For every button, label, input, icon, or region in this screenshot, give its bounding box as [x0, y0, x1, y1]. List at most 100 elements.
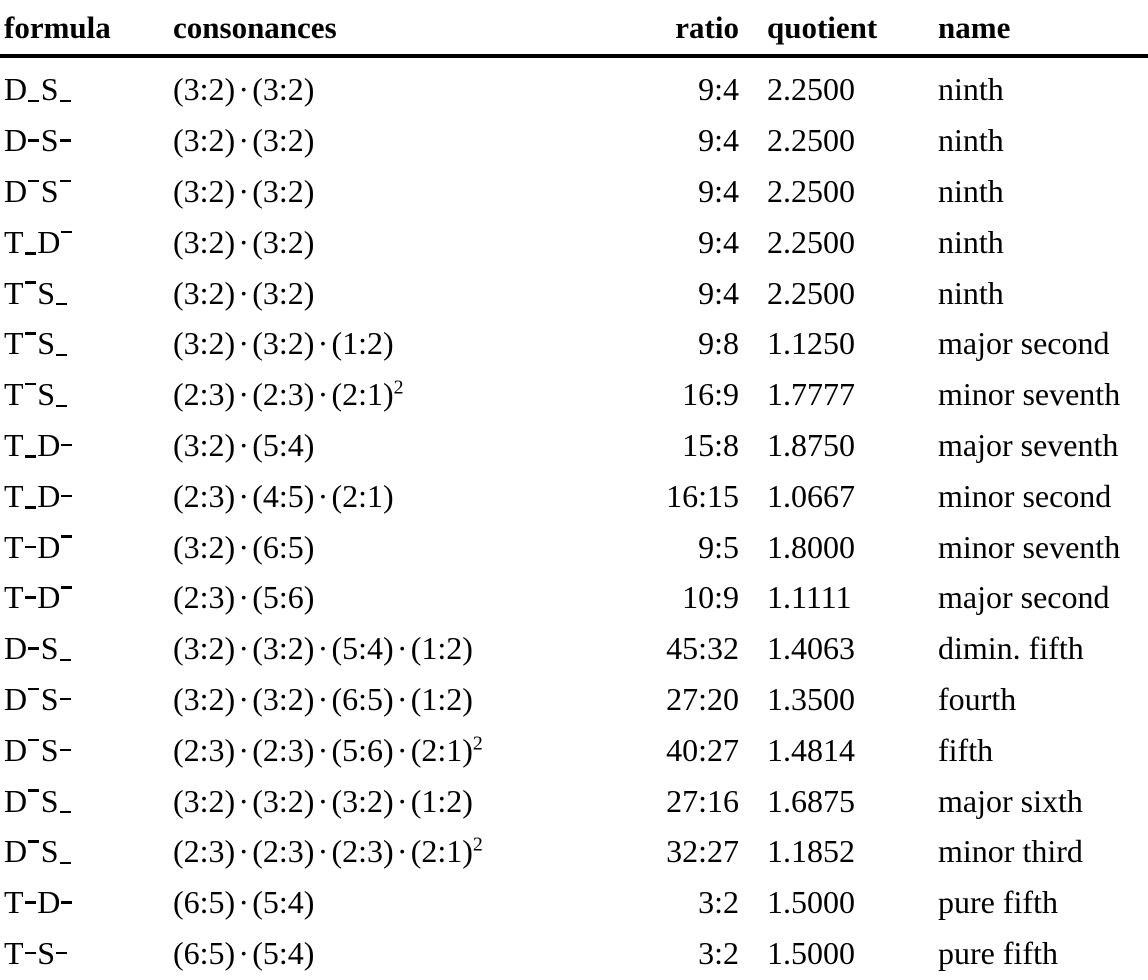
multiplication-dot: · — [238, 71, 250, 108]
formula-letter: D — [4, 731, 28, 768]
cell-consonances: (3:2)·(3:2)·(1:2) — [168, 318, 623, 369]
multiplication-dot: · — [238, 579, 250, 616]
table-row: D S (3:2)·(3:2)·(5:4)·(1:2) 45:32 1.4063 dimi… — [0, 623, 1148, 674]
formula-symbol: DS — [4, 122, 72, 158]
consonance-factor: (2:1) — [410, 833, 473, 870]
cell-name: fifth — [938, 731, 994, 768]
cell-formula: DS — [0, 166, 168, 217]
formula-letter: T — [4, 528, 24, 565]
multiplication-dot: · — [238, 477, 250, 514]
cell-consonances: (3:2)·(3:2)·(3:2)·(1:2) — [168, 775, 623, 826]
cell-consonances: (2:3)·(2:3)·(2:1)2 — [168, 369, 623, 420]
column-header-name: name — [930, 0, 1148, 58]
consonance-factor: (1:2) — [331, 325, 394, 362]
cell-quotient: 1.1250 — [767, 325, 855, 362]
cell-name: major second — [938, 579, 1110, 616]
factor-exponent: 2 — [472, 732, 483, 755]
consonance-factor: (5:4) — [252, 934, 315, 971]
consonance-factor: (2:3) — [331, 833, 394, 870]
consonance-factor: (6:5) — [331, 680, 394, 717]
cell-quotient: 1.7777 — [767, 376, 855, 413]
multiplication-dot: · — [238, 934, 250, 971]
table-row: D S (2:3)·(2:3)·(5:6)·(2:1)2 40:27 1.4814 fif… — [0, 724, 1148, 775]
cell-ratio: 45:32 — [666, 630, 739, 667]
cell-ratio: 9:4 — [698, 274, 739, 311]
cell-quotient: 2.2500 — [767, 274, 855, 311]
multiplication-dot: · — [396, 680, 408, 717]
consonance-factor: (6:5) — [173, 934, 236, 971]
formula-symbol: TS — [4, 325, 69, 361]
table-sheet: formula consonances ratio quotient name … — [0, 0, 1148, 980]
factor-exponent: 2 — [472, 833, 483, 856]
multiplication-dot: · — [238, 884, 250, 921]
cell-formula: DS — [0, 56, 168, 115]
cell-formula: TS — [0, 369, 168, 420]
cell-consonances: (3:2)·(3:2)·(5:4)·(1:2) — [168, 623, 623, 674]
column-header-consonances: consonances — [168, 0, 623, 58]
consonance-factor: (5:4) — [252, 426, 315, 463]
consonance-factor: (3:2) — [173, 528, 236, 565]
cell-consonances: (2:3)·(4:5)·(2:1) — [168, 470, 623, 521]
consonance-factor: (2:3) — [252, 833, 315, 870]
cell-name: pure fifth — [938, 934, 1058, 971]
consonance-factor: (2:3) — [173, 579, 236, 616]
consonance-factor: (6:5) — [252, 528, 315, 565]
consonance-factor: (3:2) — [252, 630, 315, 667]
multiplication-dot: · — [317, 477, 329, 514]
cell-name: minor seventh — [938, 376, 1121, 413]
cell-quotient: 2.2500 — [767, 122, 855, 159]
consonance-factor: (5:6) — [331, 731, 394, 768]
table-row: D S (3:2)·(3:2) 9:4 2.2500 ninth — [0, 115, 1148, 166]
cell-formula: TS — [0, 267, 168, 318]
formula-letter: S — [37, 274, 56, 311]
cell-name: major second — [938, 325, 1110, 362]
consonance-factor: (3:2) — [173, 782, 236, 819]
consonance-factor: (2:1) — [410, 731, 473, 768]
formula-letter: D — [37, 884, 61, 921]
cell-formula: DS — [0, 115, 168, 166]
formula-letter: S — [40, 630, 59, 667]
consonance-factor: (1:2) — [410, 680, 473, 717]
formula-symbol: TD — [4, 579, 74, 615]
formula-letter: D — [37, 426, 61, 463]
formula-letter: T — [4, 934, 24, 971]
cell-name: major sixth — [938, 782, 1083, 819]
table-row: T D (3:2)·(3:2) 9:4 2.2500 ninth — [0, 216, 1148, 267]
cell-consonances: (6:5)·(5:4) — [168, 877, 623, 928]
consonance-factor: (3:2) — [252, 325, 315, 362]
formula-letter: S — [40, 782, 59, 819]
consonance-factor: (3:2) — [173, 172, 236, 209]
header-row: formula consonances ratio quotient name — [0, 0, 1148, 58]
cell-quotient: 1.6875 — [767, 782, 855, 819]
consonance-factor: (3:2) — [173, 274, 236, 311]
table-row: T D (3:2)·(5:4) 15:8 1.8750 major seventh — [0, 420, 1148, 471]
cell-formula: DS — [0, 674, 168, 725]
consonance-factor: (2:3) — [173, 477, 236, 514]
cell-name: fourth — [938, 680, 1017, 717]
cell-formula: TD — [0, 420, 168, 471]
multiplication-dot: · — [238, 782, 250, 819]
multiplication-dot: · — [238, 630, 250, 667]
formula-letter: D — [4, 71, 28, 108]
cell-consonances: (6:5)·(5:4) — [168, 928, 623, 979]
formula-symbol: DS — [4, 71, 72, 107]
consonance-factor: (1:2) — [410, 630, 473, 667]
formula-letter: D — [37, 477, 61, 514]
cell-ratio: 16:15 — [666, 477, 739, 514]
consonance-factor: (3:2) — [252, 223, 315, 260]
multiplication-dot: · — [317, 680, 329, 717]
factor-exponent: 2 — [393, 376, 404, 399]
formula-letter: T — [4, 274, 24, 311]
cell-name: ninth — [938, 274, 1004, 311]
table-row: T D (6:5)·(5:4) 3:2 1.5000 pure fifth — [0, 877, 1148, 928]
cell-consonances: (3:2)·(5:4) — [168, 420, 623, 471]
cell-formula: TD — [0, 572, 168, 623]
cell-ratio: 3:2 — [698, 934, 739, 971]
multiplication-dot: · — [317, 376, 329, 413]
formula-letter: D — [4, 782, 28, 819]
consonance-factor: (4:5) — [252, 477, 315, 514]
multiplication-dot: · — [396, 782, 408, 819]
cell-formula: DS — [0, 826, 168, 877]
cell-ratio: 9:4 — [698, 172, 739, 209]
multiplication-dot: · — [238, 376, 250, 413]
